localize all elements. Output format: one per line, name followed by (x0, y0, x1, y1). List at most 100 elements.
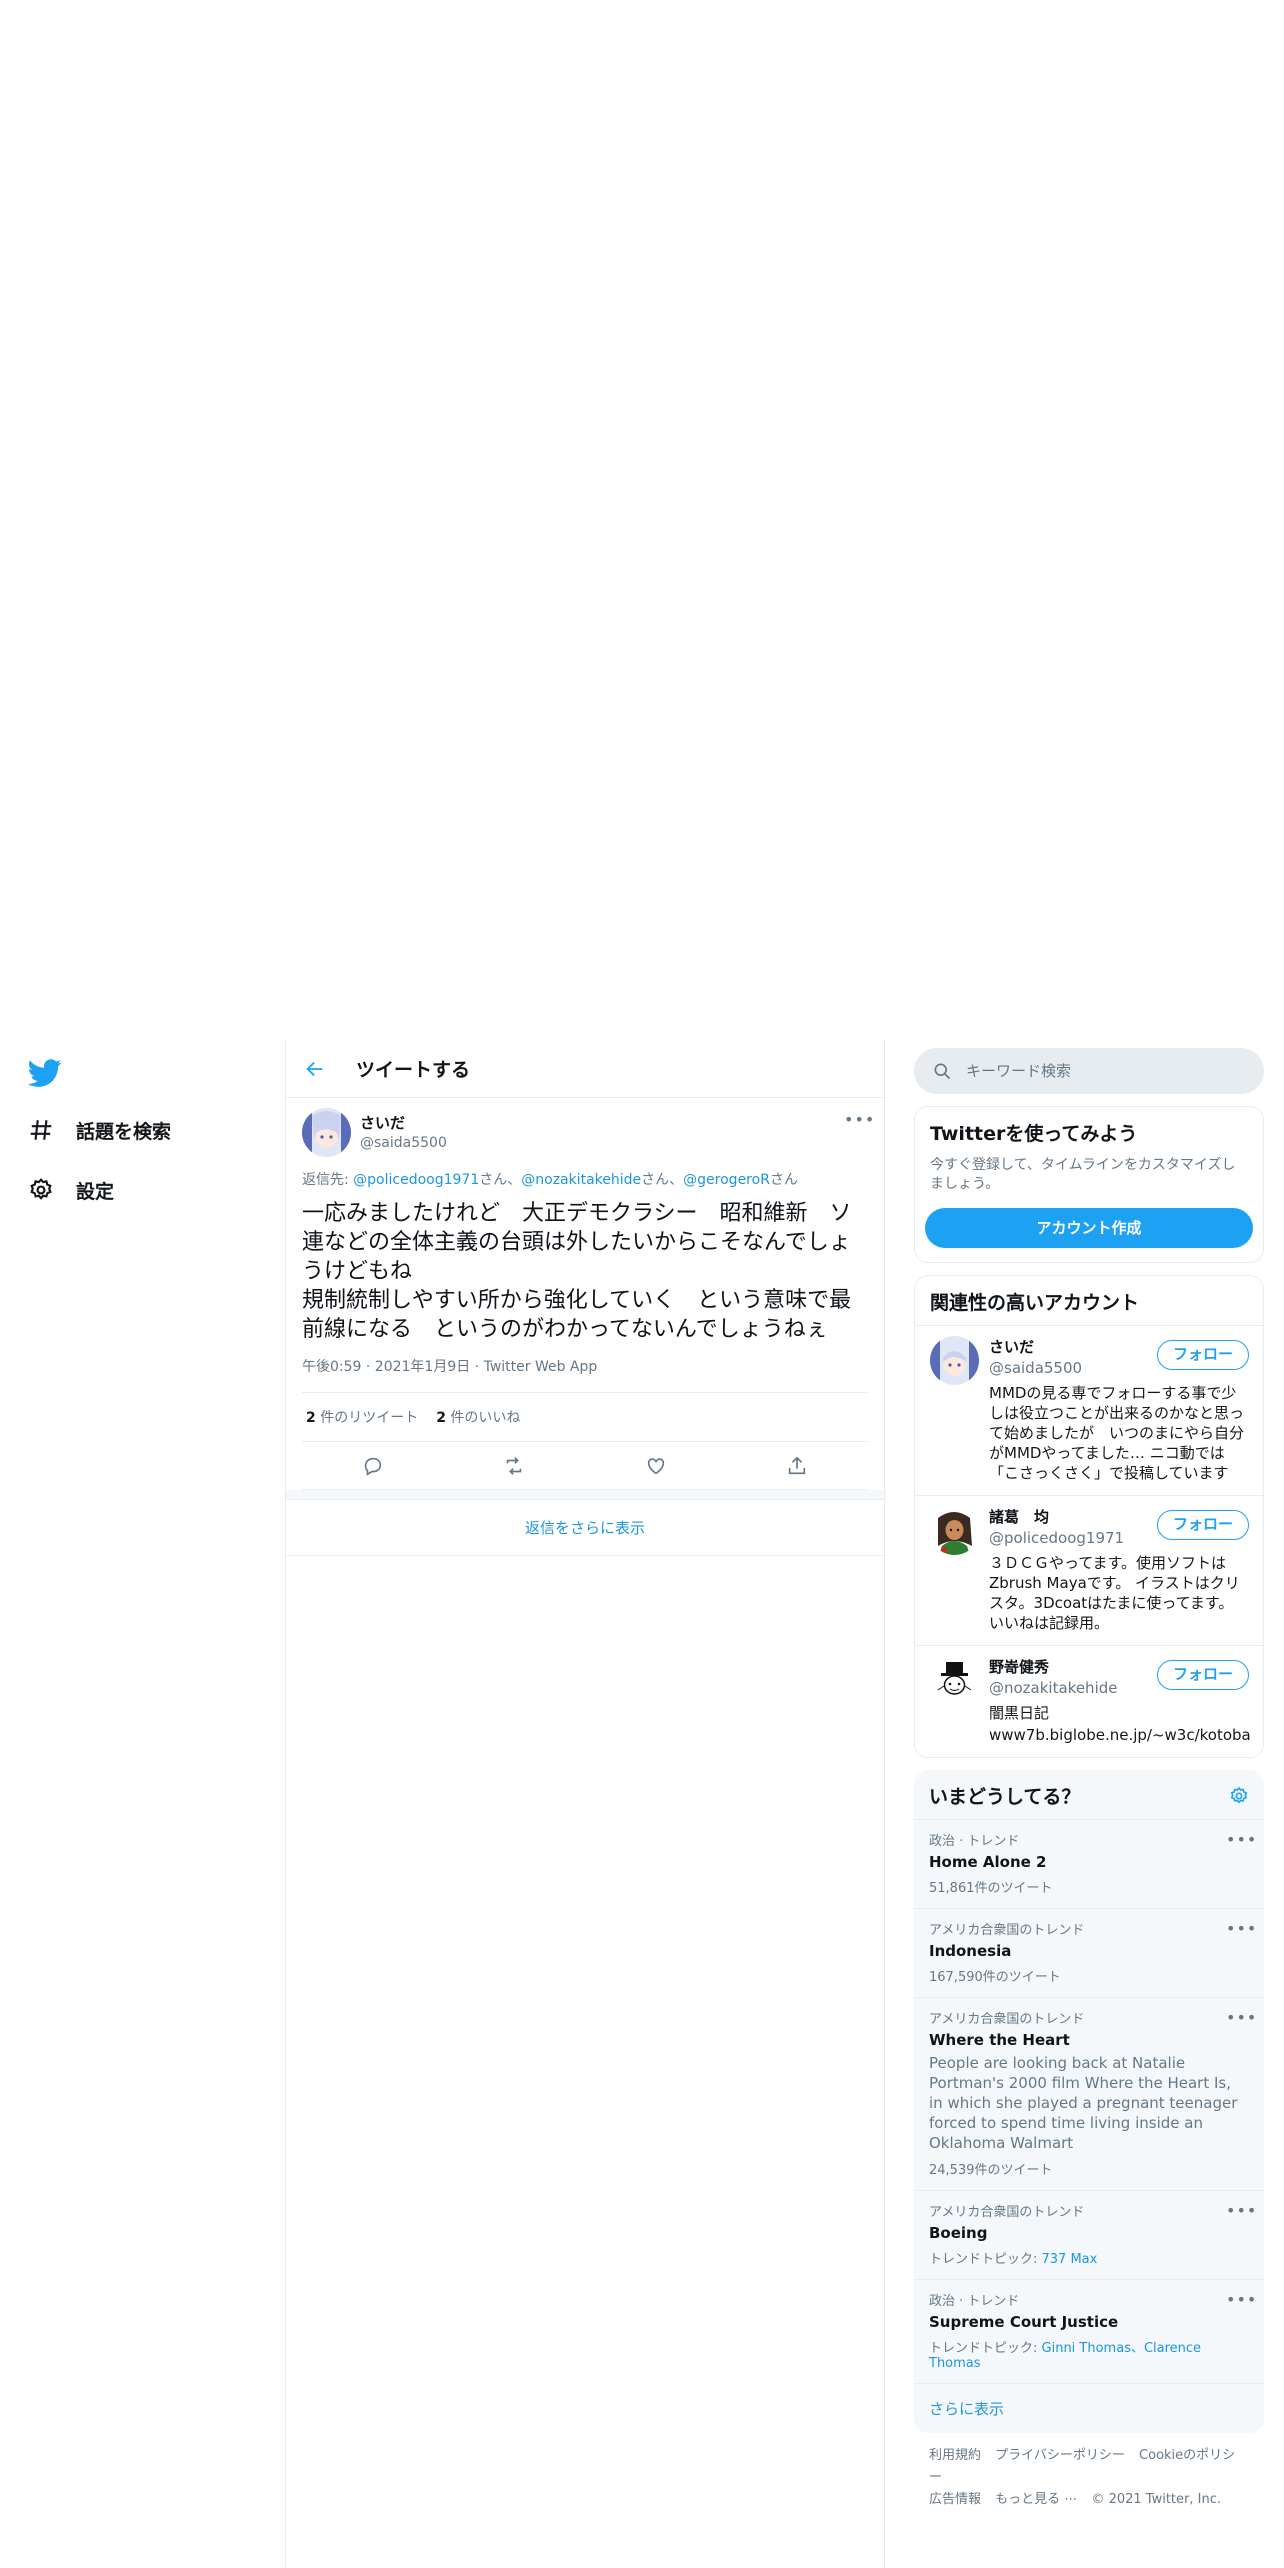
focused-tweet: さいだ @saida5500 ••• 返信先: @policedoog1971さ… (286, 1098, 884, 1490)
trend-topic-prefix: トレンドトピック: (929, 2252, 1042, 2267)
reply-suffix: さん、 (479, 1172, 522, 1188)
main-column: ツイートする さいだ @saida5500 ••• 返信先: @policedo… (285, 1040, 885, 2568)
trends-header: いまどうしてる？ (914, 1770, 1264, 1819)
trends-card: いまどうしてる？ 政治 · トレンド Home Alone 2 51,861件の… (914, 1770, 1264, 2433)
trend-item[interactable]: アメリカ合衆国のトレンド Indonesia 167,590件のツイート ••• (914, 1908, 1264, 1997)
trend-item[interactable]: アメリカ合衆国のトレンド Boeing トレンドトピック: 737 Max ••… (914, 2190, 1264, 2279)
footer-link[interactable]: 広告情報 (929, 2492, 981, 2507)
more-options-icon[interactable]: ••• (1226, 1830, 1256, 1849)
trend-context: アメリカ合衆国のトレンド (929, 1923, 1085, 1938)
reply-to-line: 返信先: @policedoog1971さん、@nozakitakehide さん… (302, 1169, 868, 1189)
reply-prefix: 返信先: (302, 1172, 354, 1188)
more-options-icon[interactable]: ••• (1226, 2201, 1256, 2220)
trend-item[interactable]: 政治 · トレンド Supreme Court Justice トレンドトピック… (914, 2279, 1264, 2383)
signup-card: Twitterを使ってみよう 今すぐ登録して、タイムラインをカスタマイズしましょ… (914, 1106, 1264, 1263)
account-bio: MMDの見る専でフォローする事で少しは役立つことが出来るのかなと思って始めました… (989, 1384, 1245, 1482)
trends-settings-gear-icon[interactable] (1229, 1786, 1249, 1806)
more-options-icon[interactable]: ••• (1226, 2290, 1256, 2309)
page-title: ツイートする (356, 1059, 471, 1081)
trend-item[interactable]: アメリカ合衆国のトレンド Where the Heart People are … (914, 1997, 1264, 2190)
avatar[interactable] (930, 1336, 979, 1385)
trend-item[interactable]: 政治 · トレンド Home Alone 2 51,861件のツイート ••• (914, 1819, 1264, 1908)
tweet-actions (302, 1442, 868, 1490)
trend-topic-prefix: トレンドトピック: (929, 2341, 1042, 2356)
back-button[interactable] (298, 1052, 332, 1086)
trend-name: Home Alone 2 (929, 1853, 1047, 1871)
footer-link[interactable]: プライバシーポリシー (995, 2448, 1125, 2463)
back-arrow-icon (306, 1061, 323, 1076)
retweet-label: 件のリツイート (320, 1410, 419, 1426)
nav-explore-label: 話題を検索 (76, 1120, 172, 1143)
account-item[interactable]: 諸葛 均 @policedoog1971 ３ＤＣＧやってます。使用ソフトはZbr… (915, 1495, 1263, 1645)
author-display-name[interactable]: さいだ (360, 1112, 447, 1133)
trend-name: Where the Heart (929, 2031, 1070, 2049)
trend-context: アメリカ合衆国のトレンド (929, 2012, 1085, 2027)
trend-topic-link[interactable]: 737 Max (1042, 2252, 1098, 2267)
account-bio: ３ＤＣＧやってます。使用ソフトはZbrush Mayaです。 イラストはクリスタ… (989, 1554, 1240, 1632)
trend-context: 政治 · トレンド (929, 2294, 1020, 2309)
more-options-icon[interactable]: ••• (844, 1110, 874, 1129)
trends-title: いまどうしてる？ (929, 1786, 1081, 1808)
retweet-stat[interactable]: 2 件のリツイート (306, 1407, 418, 1427)
footer-link[interactable]: もっと見る ⋯ (995, 2492, 1077, 2507)
sidebar-footer: 利用規約 プライバシーポリシー Cookieのポリシー 広告情報 もっと見る ⋯… (914, 2433, 1264, 2523)
trend-name: Boeing (929, 2224, 988, 2242)
reply-mention-link[interactable]: @policedoog1971 (353, 1172, 479, 1188)
nav-explore[interactable]: 話題を検索 (28, 1110, 171, 1150)
like-stat[interactable]: 2 件のいいね (436, 1407, 520, 1427)
avatar[interactable] (930, 1506, 979, 1555)
search-icon (934, 1063, 951, 1080)
nav-settings-label: 設定 (76, 1180, 115, 1203)
account-item[interactable]: 野嵜健秀 @nozakitakehide 闇黒日記 www7b.biglobe.… (915, 1645, 1263, 1757)
avatar[interactable] (302, 1108, 351, 1157)
nav-settings[interactable]: 設定 (28, 1170, 114, 1210)
trend-description: People are looking back at Natalie Portm… (929, 2054, 1238, 2152)
more-options-icon[interactable]: ••• (1226, 1919, 1256, 1938)
section-divider (286, 1490, 884, 1500)
tweet-text: 一応みましたけれど 大正デモクラシー 昭和維新 ソ連などの全体主義の台頭は外した… (302, 1201, 852, 1342)
relevant-accounts-card: 関連性の高いアカウント さいだ @saida5500 MMDの見る専でフォローす… (914, 1275, 1264, 1758)
follow-button[interactable]: フォロー (1156, 1340, 1249, 1370)
tweet-timestamp[interactable]: 午後0:59 · 2021年1月9日 · Twitter Web App (302, 1356, 868, 1393)
share-icon[interactable] (786, 1455, 808, 1477)
account-bio: 闇黒日記 (989, 1704, 1050, 1722)
avatar[interactable] (930, 1656, 979, 1705)
right-sidebar: Twitterを使ってみよう 今すぐ登録して、タイムラインをカスタマイズしましょ… (914, 1040, 1264, 2523)
reply-icon[interactable] (362, 1455, 384, 1477)
signup-title: Twitterを使ってみよう (930, 1123, 1138, 1145)
search-input[interactable] (966, 1062, 1226, 1080)
signup-description: 今すぐ登録して、タイムラインをカスタマイズしましょう。 (930, 1157, 1236, 1192)
author-handle[interactable]: @saida5500 (360, 1135, 447, 1151)
trend-topics: トレンドトピック: 737 Max (929, 2248, 1249, 2267)
trend-name: Indonesia (929, 1942, 1012, 1960)
tweet-stats: 2 件のリツイート 2 件のいいね (302, 1393, 868, 1442)
reply-mention-link[interactable]: @nozakitakehide (521, 1172, 641, 1188)
retweet-icon[interactable] (503, 1455, 525, 1477)
trend-name: Supreme Court Justice (929, 2313, 1119, 2331)
trend-context: 政治 · トレンド (929, 1834, 1020, 1849)
follow-button[interactable]: フォロー (1156, 1660, 1249, 1690)
trend-context: アメリカ合衆国のトレンド (929, 2205, 1085, 2220)
follow-button[interactable]: フォロー (1156, 1510, 1249, 1540)
tweet-author: さいだ @saida5500 ••• (302, 1098, 874, 1157)
show-more-replies-button[interactable]: 返信をさらに表示 (286, 1500, 884, 1556)
create-account-button[interactable]: アカウント作成 (925, 1208, 1253, 1248)
trend-count: 24,539件のツイート (929, 2163, 1053, 2178)
column-header: ツイートする (286, 1040, 884, 1098)
trends-show-more-link[interactable]: さらに表示 (914, 2383, 1264, 2433)
relevant-accounts-title: 関連性の高いアカウント (930, 1292, 1140, 1314)
account-website-link[interactable]: www7b.biglobe.ne.jp/~w3c/kotoba/om… (989, 1725, 1251, 1745)
hashtag-icon (30, 1120, 52, 1140)
gear-icon (30, 1178, 52, 1200)
reply-suffix: さん (769, 1172, 798, 1188)
retweet-count: 2 (306, 1410, 316, 1426)
like-heart-icon[interactable] (645, 1455, 667, 1477)
search-box[interactable] (914, 1048, 1264, 1094)
twitter-logo-icon[interactable] (27, 1056, 62, 1090)
like-label: 件のいいね (450, 1410, 521, 1426)
reply-mention-link[interactable]: @gerogeroR (683, 1172, 770, 1188)
more-options-icon[interactable]: ••• (1226, 2008, 1256, 2027)
trend-topics: トレンドトピック: Ginni Thomas、Clarence Thomas (929, 2337, 1249, 2371)
account-item[interactable]: さいだ @saida5500 MMDの見る専でフォローする事で少しは役立つことが… (915, 1325, 1263, 1495)
footer-link[interactable]: 利用規約 (929, 2448, 981, 2463)
